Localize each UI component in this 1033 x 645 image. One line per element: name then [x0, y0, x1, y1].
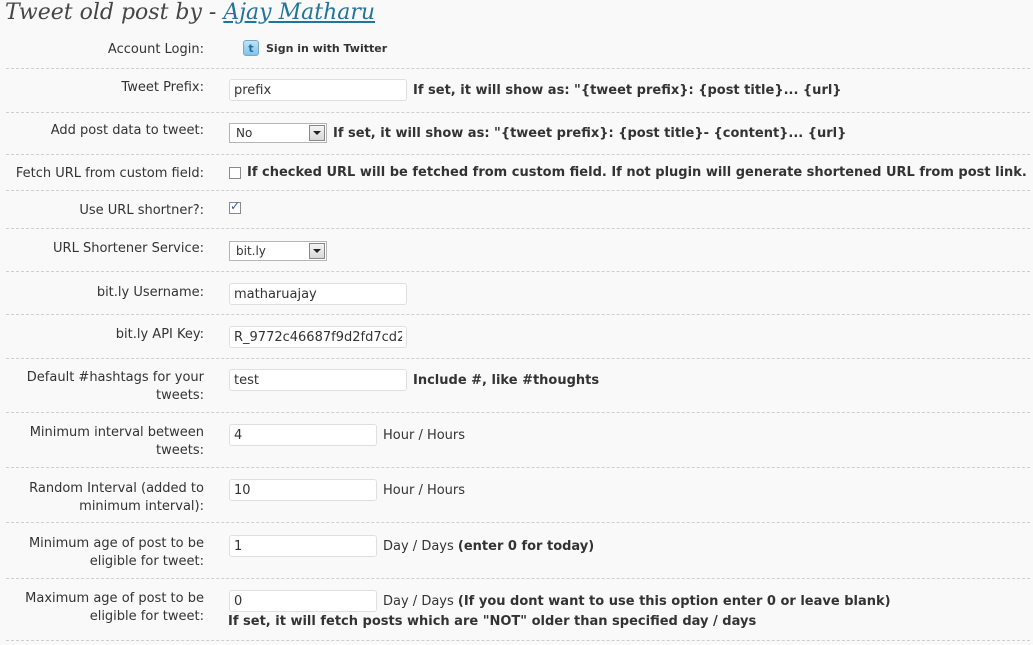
add-post-data-selected: No — [236, 126, 253, 140]
max-age-note: (If you dont want to use this option ent… — [457, 593, 891, 609]
hashtags-label: Default #hashtags for your tweets: — [26, 370, 204, 403]
min-age-unit: Day / Days (enter 0 for today) — [383, 539, 594, 554]
max-age-hint-row: If set, it will fetch posts which are "N… — [228, 614, 756, 629]
row-divider — [6, 578, 1030, 579]
row-divider — [6, 467, 1030, 468]
hashtags-hint: Include #, like #thoughts — [413, 372, 600, 388]
row-divider — [6, 68, 1030, 69]
min-age-label: Minimum age of post to be eligible for t… — [28, 536, 204, 569]
fetch-url-label: Fetch URL from custom field: — [15, 166, 204, 181]
min-interval-field: Hour / Hours — [229, 424, 465, 446]
random-interval-input[interactable] — [229, 479, 377, 501]
tweet-prefix-hint: If set, it will show as: "{tweet prefix}… — [413, 82, 842, 98]
shortener-service-select[interactable]: bit.ly — [229, 241, 327, 261]
page-title: Tweet old post by - Ajay Matharu — [5, 0, 375, 25]
bitly-username-label: bit.ly Username: — [96, 285, 204, 300]
use-shortener-label: Use URL shortner?: — [79, 203, 204, 218]
page-title-prefix: Tweet old post by - — [5, 0, 224, 25]
author-link[interactable]: Ajay Matharu — [223, 0, 375, 25]
row-divider — [6, 271, 1030, 272]
row-divider — [6, 522, 1030, 523]
twitter-icon: t — [243, 40, 259, 56]
use-shortener-field — [229, 199, 241, 214]
shortener-service-selected: bit.ly — [236, 244, 266, 258]
row-divider — [6, 640, 1030, 641]
use-shortener-checkbox[interactable] — [229, 199, 241, 214]
tweet-prefix-label: Tweet Prefix: — [121, 80, 204, 95]
max-age-input[interactable] — [229, 590, 377, 612]
max-age-label: Maximum age of post to be eligible for t… — [25, 591, 204, 624]
max-age-field: Day / Days (If you dont want to use this… — [229, 590, 891, 612]
bitly-api-key-label: bit.ly API Key: — [115, 327, 204, 342]
fetch-url-checkbox[interactable] — [229, 166, 241, 179]
sign-in-twitter-button[interactable]: t Sign in with Twitter — [243, 40, 387, 56]
row-divider — [6, 228, 1030, 229]
row-divider — [6, 112, 1030, 113]
add-post-data-field: No If set, it will show as: "{tweet pref… — [229, 123, 846, 143]
fetch-url-hint: If checked URL will be fetched from cust… — [247, 165, 1027, 180]
row-divider — [6, 412, 1030, 413]
max-age-unit-text: Day / Days — [383, 593, 454, 609]
add-post-data-hint: If set, it will show as: "{tweet prefix}… — [333, 125, 847, 141]
row-divider — [6, 314, 1030, 315]
fetch-url-field: If checked URL will be fetched from cust… — [229, 165, 1027, 180]
max-age-hint: If set, it will fetch posts which are "N… — [228, 614, 757, 629]
bitly-api-key-input[interactable] — [229, 326, 407, 348]
row-divider — [6, 358, 1030, 359]
bitly-username-input[interactable] — [229, 283, 407, 305]
random-interval-unit: Hour / Hours — [383, 482, 466, 498]
hashtags-field: Include #, like #thoughts — [229, 369, 599, 391]
row-divider — [6, 154, 1030, 155]
tweet-prefix-field: If set, it will show as: "{tweet prefix}… — [229, 79, 842, 101]
min-age-field: Day / Days (enter 0 for today) — [229, 535, 594, 557]
sign-in-twitter-label: Sign in with Twitter — [266, 41, 388, 55]
row-divider — [6, 190, 1030, 191]
chevron-down-icon[interactable] — [309, 125, 325, 141]
hashtags-input[interactable] — [229, 369, 407, 391]
min-age-unit-text: Day / Days — [383, 538, 454, 554]
add-post-data-label: Add post data to tweet: — [50, 123, 204, 138]
bitly-api-key-field — [229, 326, 407, 348]
shortener-service-label: URL Shortener Service: — [53, 241, 204, 256]
shortener-service-field: bit.ly — [229, 241, 327, 261]
min-age-input[interactable] — [229, 535, 377, 557]
tweet-prefix-input[interactable] — [229, 79, 407, 101]
min-interval-input[interactable] — [229, 424, 377, 446]
chevron-down-icon[interactable] — [309, 243, 325, 259]
bitly-username-field — [229, 283, 407, 305]
max-age-unit: Day / Days (If you dont want to use this… — [383, 594, 891, 609]
min-interval-label: Minimum interval between tweets: — [29, 425, 204, 458]
random-interval-label: Random Interval (added to minimum interv… — [29, 481, 204, 514]
account-login-label: Account Login: — [107, 42, 204, 57]
random-interval-field: Hour / Hours — [229, 479, 465, 501]
min-interval-unit: Hour / Hours — [383, 427, 466, 443]
add-post-data-select[interactable]: No — [229, 123, 327, 143]
min-age-note: (enter 0 for today) — [457, 538, 595, 554]
